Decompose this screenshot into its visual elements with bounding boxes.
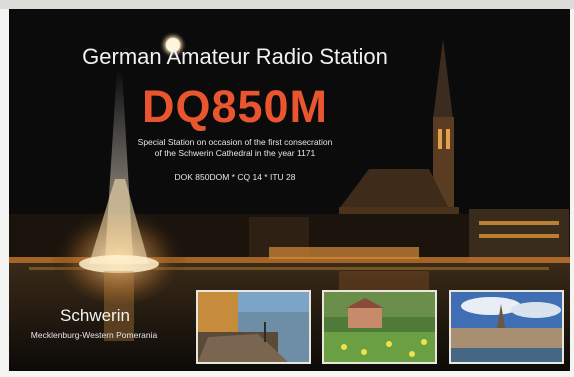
qsl-card: German Amateur Radio Station DQ850M Spec…: [0, 0, 574, 377]
station-heading: German Amateur Radio Station: [82, 44, 388, 69]
description-line-1: Special Station on occasion of the first…: [137, 137, 333, 147]
description-line-2: of the Schwerin Cathedral in the year 11…: [154, 148, 316, 158]
region-name: Mecklenburg-Western Pomerania: [30, 330, 158, 340]
callsign: DQ850M: [141, 81, 329, 132]
card-border-top: [0, 0, 574, 9]
lake-shore-thumbnail: [196, 290, 311, 364]
station-codes: DOK 850DOM * CQ 14 * ITU 28: [174, 172, 296, 182]
city-skyline-thumbnail: [449, 290, 564, 364]
castle-meadow-thumbnail: [322, 290, 437, 364]
city-name: Schwerin: [60, 306, 130, 325]
